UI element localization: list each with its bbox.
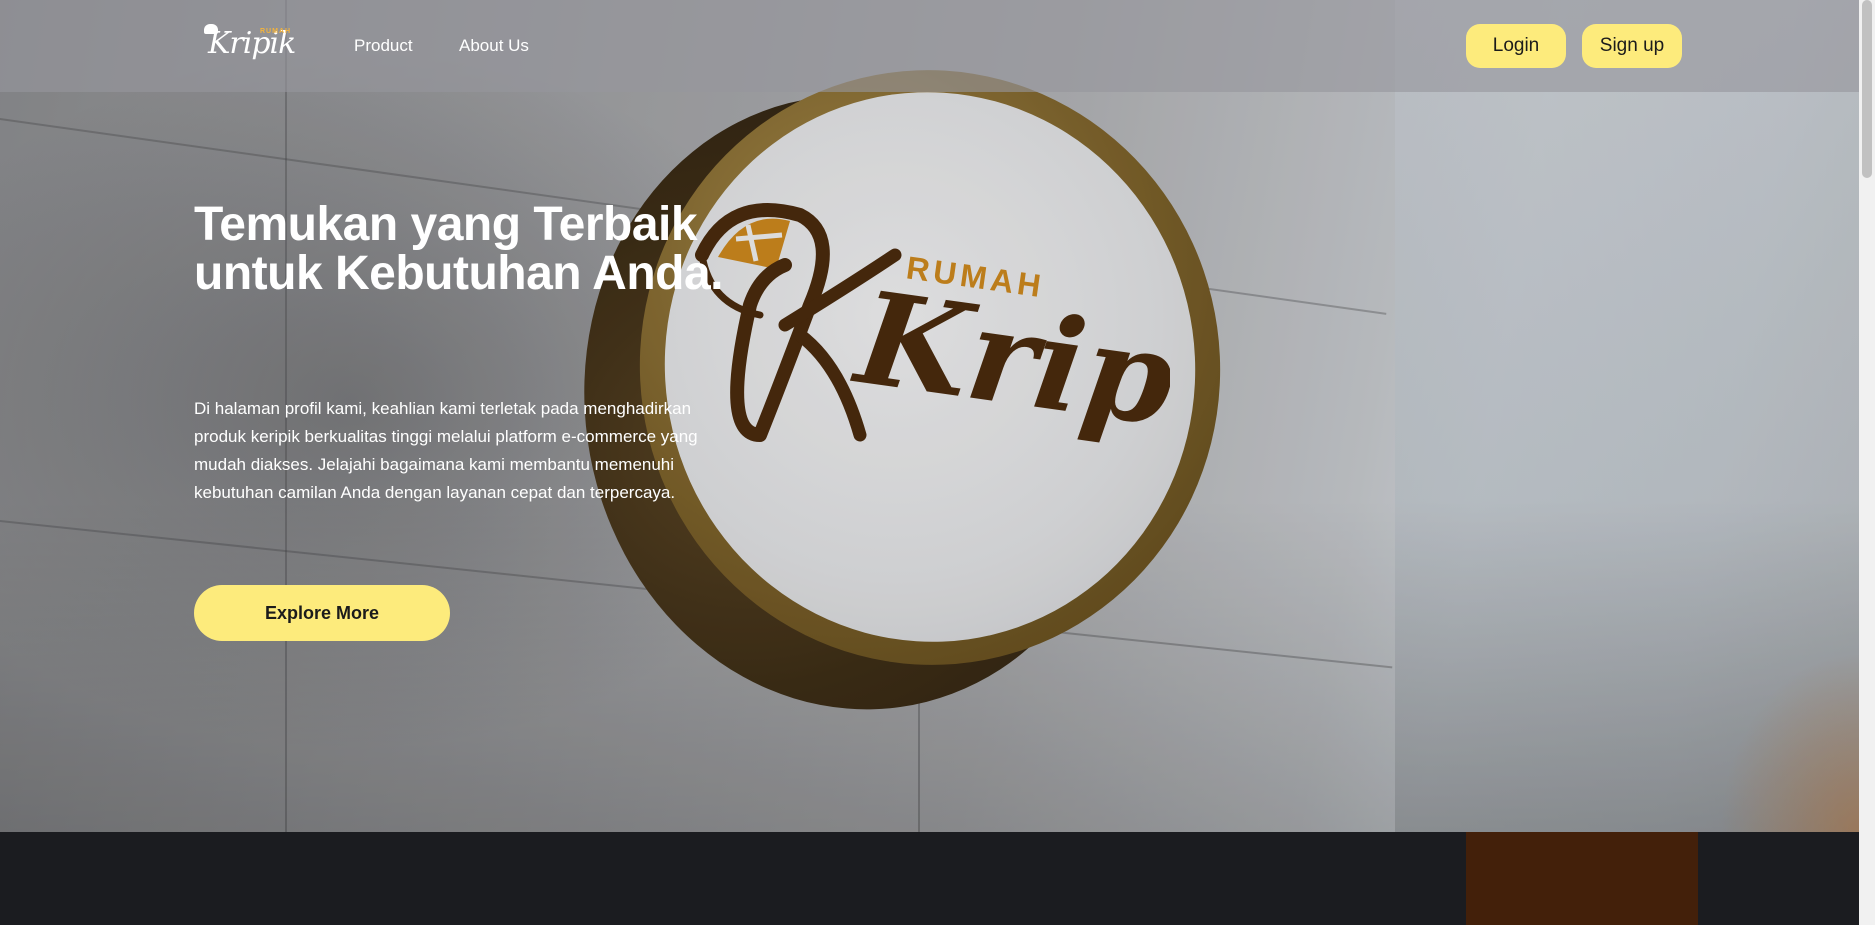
scrollbar-thumb[interactable] [1862,0,1872,178]
hero-description: Di halaman profil kami, keahlian kami te… [194,399,698,502]
brand-small-text: RUMAH [260,28,292,35]
top-navbar: Kripik RUMAH Product About Us Login Sign… [0,0,1859,92]
product-card-preview [1466,832,1698,925]
brand-logo[interactable]: Kripik RUMAH [200,20,296,72]
nav-link-product[interactable]: Product [354,36,413,56]
hero-title: Temukan yang Terbaik untuk Kebutuhan And… [194,198,724,300]
nav-link-about-us[interactable]: About Us [459,36,529,56]
login-button[interactable]: Login [1466,24,1566,68]
signup-button[interactable]: Sign up [1582,24,1682,68]
explore-more-button[interactable]: Explore More [194,585,450,641]
